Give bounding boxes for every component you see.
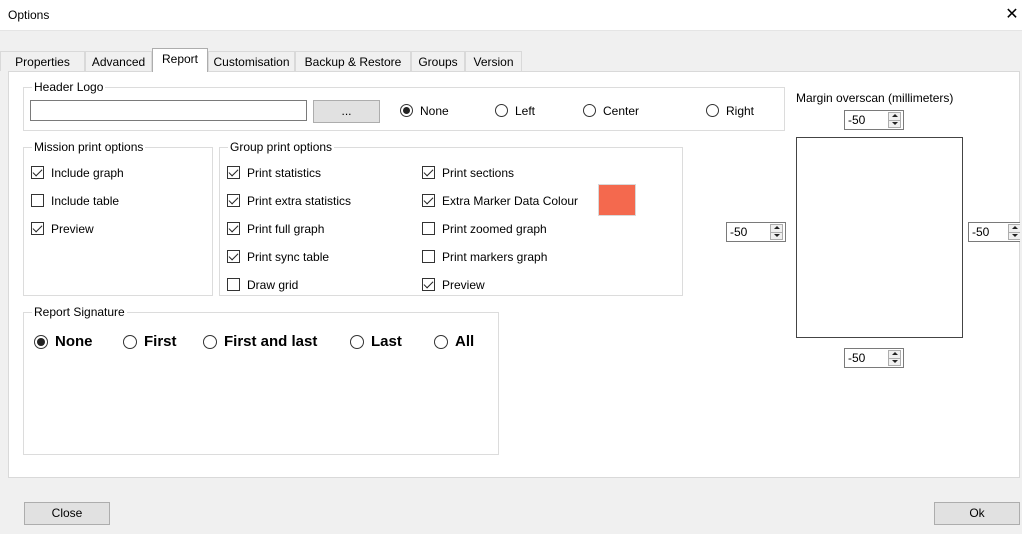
- spin-arrows-icon[interactable]: [770, 224, 783, 240]
- margin-top-spinner[interactable]: -50: [844, 110, 904, 130]
- close-button[interactable]: Close: [24, 502, 110, 525]
- title-bar: Options ✕: [0, 0, 1022, 31]
- radio-icon: [34, 335, 48, 350]
- logo-option-center[interactable]: Center: [583, 102, 639, 118]
- signature-option-first[interactable]: First: [123, 332, 177, 352]
- checkbox-icon: [422, 278, 435, 292]
- checkbox-icon: [422, 222, 435, 236]
- mission-include-table-checkbox[interactable]: Include table: [31, 192, 119, 208]
- group-print-markers-graph-checkbox[interactable]: Print markers graph: [422, 248, 547, 264]
- margin-overscan-label: Margin overscan (millimeters): [796, 91, 954, 105]
- signature-option-all[interactable]: All: [434, 332, 474, 352]
- checkbox-icon: [31, 194, 44, 208]
- group-extra-marker-colour-checkbox[interactable]: Extra Marker Data Colour: [422, 192, 578, 208]
- margin-bottom-spinner[interactable]: -50: [844, 348, 904, 368]
- group-print-full-graph-checkbox[interactable]: Print full graph: [227, 220, 324, 236]
- checkbox-icon: [422, 250, 435, 264]
- signature-option-first-and-last[interactable]: First and last: [203, 332, 317, 352]
- group-draw-grid-checkbox[interactable]: Draw grid: [227, 276, 298, 292]
- tab-properties[interactable]: Properties: [0, 51, 85, 71]
- spin-arrows-icon[interactable]: [888, 112, 901, 128]
- close-icon[interactable]: ✕: [1002, 0, 1022, 30]
- spin-arrows-icon[interactable]: [1008, 224, 1020, 240]
- header-logo-group: Header Logo ... None Left Center Right: [23, 80, 785, 131]
- browse-button[interactable]: ...: [313, 100, 380, 123]
- checkbox-icon: [422, 194, 435, 208]
- mission-print-group: Mission print options Include graph Incl…: [23, 140, 213, 296]
- checkbox-icon: [227, 222, 240, 236]
- radio-icon: [203, 335, 217, 350]
- group-print-sections-checkbox[interactable]: Print sections: [422, 164, 514, 180]
- radio-icon: [123, 335, 137, 350]
- tab-customisation[interactable]: Customisation: [208, 51, 295, 71]
- margin-preview-box: [796, 137, 963, 338]
- radio-icon: [706, 104, 719, 118]
- report-signature-legend: Report Signature: [32, 305, 127, 319]
- marker-colour-swatch[interactable]: [598, 184, 636, 216]
- mission-include-graph-checkbox[interactable]: Include graph: [31, 164, 124, 180]
- checkbox-icon: [31, 166, 44, 180]
- checkbox-icon: [31, 222, 44, 236]
- signature-option-last[interactable]: Last: [350, 332, 402, 352]
- radio-icon: [434, 335, 448, 350]
- checkbox-icon: [227, 166, 240, 180]
- radio-icon: [350, 335, 364, 350]
- tab-groups[interactable]: Groups: [411, 51, 465, 71]
- header-logo-legend: Header Logo: [32, 80, 106, 94]
- tab-strip: Properties Advanced Report Customisation…: [0, 48, 1022, 72]
- spin-arrows-icon[interactable]: [888, 350, 901, 366]
- group-print-legend: Group print options: [228, 140, 335, 154]
- checkbox-icon: [227, 194, 240, 208]
- margin-left-spinner[interactable]: -50: [726, 222, 786, 242]
- tab-backup-restore[interactable]: Backup & Restore: [295, 51, 411, 71]
- checkbox-icon: [227, 250, 240, 264]
- group-print-extra-statistics-checkbox[interactable]: Print extra statistics: [227, 192, 351, 208]
- mission-preview-checkbox[interactable]: Preview: [31, 220, 94, 236]
- report-signature-group: Report Signature None First First and la…: [23, 305, 499, 455]
- group-print-statistics-checkbox[interactable]: Print statistics: [227, 164, 321, 180]
- radio-icon: [495, 104, 508, 118]
- tab-advanced[interactable]: Advanced: [85, 51, 152, 71]
- checkbox-icon: [422, 166, 435, 180]
- radio-icon: [400, 104, 413, 118]
- ok-button[interactable]: Ok: [934, 502, 1020, 525]
- logo-option-right[interactable]: Right: [706, 102, 754, 118]
- header-logo-path-input[interactable]: [30, 100, 307, 121]
- checkbox-icon: [227, 278, 240, 292]
- group-preview-checkbox[interactable]: Preview: [422, 276, 485, 292]
- margin-right-spinner[interactable]: -50: [968, 222, 1020, 242]
- tab-version[interactable]: Version: [465, 51, 522, 71]
- logo-option-left[interactable]: Left: [495, 102, 535, 118]
- group-print-sync-table-checkbox[interactable]: Print sync table: [227, 248, 329, 264]
- report-tab-panel: Header Logo ... None Left Center Right M…: [8, 71, 1020, 478]
- window-title: Options: [8, 8, 50, 22]
- tab-report[interactable]: Report: [152, 48, 208, 72]
- group-print-group: Group print options Print statistics Pri…: [219, 140, 683, 296]
- logo-option-none[interactable]: None: [400, 102, 449, 118]
- group-print-zoomed-graph-checkbox[interactable]: Print zoomed graph: [422, 220, 547, 236]
- radio-icon: [583, 104, 596, 118]
- mission-print-legend: Mission print options: [32, 140, 146, 154]
- signature-option-none[interactable]: None: [34, 332, 93, 352]
